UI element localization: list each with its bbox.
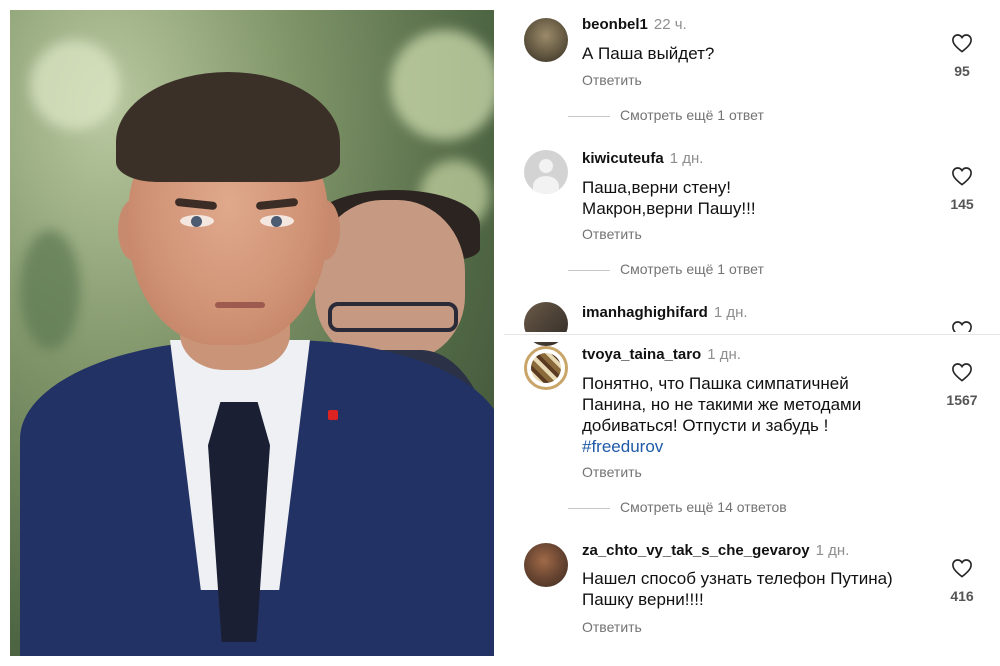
username-link[interactable]: tvoya_taina_taro (582, 346, 701, 363)
comment-header: za_chto_vy_tak_s_che_gevaroy 1 дн. (582, 542, 849, 559)
comment-time: 1 дн. (815, 542, 850, 559)
replies-line (568, 115, 610, 117)
comment-text-line: Пашку верни!!!! (582, 590, 704, 609)
left-eye (180, 215, 214, 227)
username-link[interactable]: kiwicuteufa (582, 150, 664, 167)
view-more-replies[interactable]: Смотреть ещё 14 ответов (568, 499, 787, 519)
like-control: 1567 (942, 362, 982, 408)
comment-header: kiwicuteufa 1 дн. (582, 150, 703, 167)
comment-header: tvoya_taina_taro 1 дн. (582, 346, 741, 363)
like-control: 416 (942, 558, 982, 604)
background-bokeh (20, 230, 80, 350)
reply-button[interactable]: Ответить (582, 464, 642, 480)
default-user-icon[interactable] (524, 150, 568, 194)
comment-text: Нашел способ узнать телефон Путина) Пашк… (582, 568, 912, 610)
username-link[interactable]: beonbel1 (582, 16, 648, 33)
comment-text-line: Паша,верни стену! (582, 178, 732, 197)
reply-button[interactable]: Ответить (582, 226, 642, 242)
divider (504, 334, 1000, 335)
hair (116, 72, 340, 182)
reply-button[interactable]: Ответить (582, 72, 642, 88)
replies-line (568, 507, 610, 509)
hashtag-link[interactable]: #freedurov (582, 436, 912, 457)
background-person-glasses (328, 302, 458, 332)
background-bokeh (30, 40, 120, 130)
view-more-replies-label: Смотреть ещё 1 ответ (620, 261, 764, 277)
avatar[interactable] (524, 18, 568, 62)
like-control: 95 (942, 33, 982, 79)
comment-text: А Паша выйдет? (582, 44, 715, 63)
heart-outline-icon[interactable] (951, 558, 973, 578)
comment-time: 1 дн. (707, 346, 741, 363)
like-control: 145 (942, 166, 982, 212)
comment-time: 22 ч. (653, 16, 687, 33)
view-more-replies-label: Смотреть ещё 14 ответов (620, 499, 787, 515)
view-more-replies[interactable]: Смотреть ещё 1 ответ (568, 261, 764, 281)
reply-button[interactable]: Ответить (582, 619, 642, 635)
like-count: 95 (954, 63, 970, 79)
comment-header: beonbel1 22 ч. (582, 16, 687, 33)
heart-outline-icon[interactable] (951, 362, 973, 382)
like-count: 416 (950, 588, 974, 604)
replies-line (568, 269, 610, 271)
mouth (215, 302, 265, 308)
comment-time: 1 дн. (713, 304, 748, 321)
comment-time: 1 дн. (669, 150, 704, 167)
view-more-replies-label: Смотреть ещё 1 ответ (620, 107, 764, 123)
background-bokeh (390, 30, 494, 140)
comment-text-line: Макрон,верни Пашу!!! (582, 199, 756, 218)
right-eye (260, 215, 294, 227)
news-photo (10, 10, 494, 656)
comment-text-line: добиваться! Отпусти и забудь ! (582, 416, 829, 435)
comment-text: Понятно, что Пашка симпатичней Панина, н… (582, 373, 912, 457)
avatar[interactable] (524, 543, 568, 587)
heart-outline-icon[interactable] (951, 166, 973, 186)
like-count: 145 (950, 196, 974, 212)
comment-header: imanhaghighifard 1 дн. (582, 304, 748, 321)
username-link[interactable]: za_chto_vy_tak_s_che_gevaroy (582, 542, 810, 559)
comment-text-line: Панина, но не такими же методами (582, 395, 862, 414)
comment-text: Паша,верни стену! Макрон,верни Пашу!!! (582, 177, 912, 219)
heart-outline-icon[interactable] (951, 33, 973, 53)
comments-list: beonbel1 22 ч. А Паша выйдет? Ответить 95… (504, 0, 1000, 666)
lapel-pin (328, 410, 338, 420)
like-count: 1567 (946, 392, 978, 408)
username-link[interactable]: imanhaghighifard (582, 304, 708, 321)
view-more-replies[interactable]: Смотреть ещё 1 ответ (568, 107, 764, 127)
comment-text-line: Понятно, что Пашка симпатичней (582, 374, 849, 393)
avatar[interactable] (524, 346, 568, 390)
comment-text-line: Нашел способ узнать телефон Путина) (582, 569, 893, 588)
